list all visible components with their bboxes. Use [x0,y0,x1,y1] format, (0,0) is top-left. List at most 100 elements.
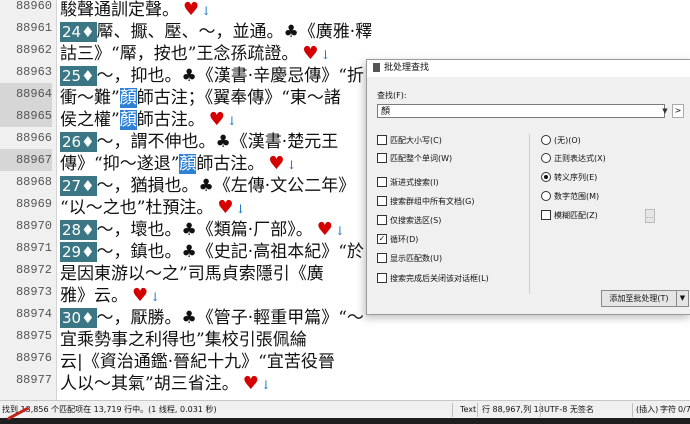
dialog-title-bar[interactable]: 批处理查找 [367,60,690,77]
option-checkbox[interactable]: ✓ 循环(D) [377,233,419,246]
find-history-button[interactable]: > [672,104,684,118]
status-found-text: 找到 13,856 个匹配项在 13,719 行中。(1 线程, 0.031 秒… [2,405,217,414]
option-label: (无)(O) [554,136,581,145]
text-line[interactable]: “以～之也”杜預注。 ♥ ↓ [60,193,246,218]
text-line[interactable]: 駿聲通訓定聲。 ♥ ↓ [60,0,212,20]
option-label: 显示匹配数(U) [390,254,443,263]
text-line[interactable]: 26♦ ～，謂不伸也。♣《漢書·楚元王 [60,127,338,152]
search-mode-radio[interactable]: (无)(O) [541,134,581,147]
line-number: 88968 [15,175,52,189]
text-line[interactable]: 30♦ ～，厭勝。♣《管子·輕重甲篇》“～ [60,303,364,328]
search-mode-radio[interactable]: 正则表达式(X) [541,152,606,165]
line-break-arrow-icon: ↓ [235,202,246,216]
option-label: 数字范围(M) [554,192,600,201]
line-break-arrow-icon: ↓ [226,114,237,128]
line-number: 88966 [15,131,52,145]
radio-circle[interactable] [541,190,551,201]
batch-find-dialog: 批处理查找 查找(F): 顏 ▼ > 模糊匹配(Z) ... 添加至批处理(T)… [366,59,690,315]
checkbox-box[interactable] [377,134,387,145]
option-checkbox[interactable]: 匹配整个单词(W) [377,152,452,165]
option-label: 搜索完成后关闭该对话框(L) [390,274,489,283]
line-break-arrow-icon: ↓ [334,224,345,238]
status-encoding[interactable]: UTF-8 无签名 [544,401,594,419]
line-break-arrow-icon: ↓ [286,158,297,172]
status-insert-mode[interactable]: (插入) [636,401,658,419]
fuzzy-match-checkbox[interactable]: 模糊匹配(Z) [541,209,598,222]
line-number: 88976 [15,351,52,365]
line-number: 88960 [15,0,52,13]
option-label: 搜索群组中所有文档(G) [390,197,475,206]
text-line[interactable]: 傳》“抑～遂退”顏師古注。 ♥ ↓ [60,149,297,174]
option-label: 匹配大小写(C) [390,136,442,145]
line-number: 88972 [15,263,52,277]
dialog-title: 批处理查找 [384,63,430,73]
text-line[interactable]: 24♦ 厴、擫、壓、～，並通。♣《廣雅·釋 [60,17,372,42]
text-line[interactable]: 27♦ ～，猶損也。♣《左傳·文公二年》 [60,171,355,196]
line-number-gutter: 88960 88961 88962 88963 88964 88965 88966 88967… [0,0,57,400]
line-break-arrow-icon: ↓ [150,290,161,304]
option-label: 仅搜索选区(S) [390,216,442,225]
line-number: 88961 [15,21,52,35]
heart-icon: ♥ [242,373,259,394]
status-mode[interactable]: Text [460,401,476,419]
radio-circle[interactable] [541,171,551,182]
find-input[interactable]: 顏 [377,104,665,118]
option-label: 正则表达式(X) [554,154,606,163]
option-checkbox[interactable]: 搜索完成后关闭该对话框(L) [377,272,489,285]
text-line[interactable]: 侯之權”顏師古注。 ♥ ↓ [60,105,237,130]
status-unit[interactable]: 字符 [660,401,676,419]
option-label: 循环(D) [390,235,419,244]
text-line[interactable]: 28♦ ～，壞也。♣《類篇·厂部》。 ♥ ↓ [60,215,345,240]
fuzzy-options-button[interactable]: ... [645,209,655,223]
text-line[interactable]: 云|《資治通鑑·晉紀十九》“宜苦役晉 [60,347,335,372]
option-checkbox[interactable]: 匹配大小写(C) [377,134,442,147]
search-mode-radio[interactable]: 转义序列(E) [541,171,598,184]
fuzzy-match-label: 模糊匹配(Z) [554,211,598,220]
text-line[interactable]: 是因東游以～之”司馬貞索隱引《廣 [60,259,324,284]
checkbox-box[interactable] [377,195,387,206]
checkbox-box[interactable] [377,214,387,225]
status-bar: 找到 13,856 个匹配项在 13,719 行中。(1 线程, 0.031 秒… [0,400,690,419]
option-checkbox[interactable]: 渐进式搜索(I) [377,176,439,189]
add-to-batch-dropdown[interactable]: ▼ [677,290,689,307]
line-text: 人以～其氣”胡三省注。 [60,374,239,394]
radio-circle[interactable] [541,152,551,163]
text-line[interactable]: 25♦ ～，抑也。♣《漢書·辛慶忌傳》“折 [60,61,364,86]
line-number: 88973 [15,285,52,299]
line-break-arrow-icon: ↓ [201,4,212,18]
text-line[interactable]: 詁三》“厴，按也”王念孫疏證。 ♥ ↓ [60,39,331,64]
option-label: 渐进式搜索(I) [390,178,439,187]
chevron-down-icon[interactable]: ▼ [661,104,669,118]
divider [632,403,633,417]
checkbox-box[interactable] [377,272,387,283]
text-line[interactable]: 人以～其氣”胡三省注。 ♥ ↓ [60,369,271,394]
text-line[interactable]: 宜乘勢事之利得也”集校引張佩綸 [60,325,307,350]
find-label: 查找(F): [377,91,407,100]
add-to-batch-button[interactable]: 添加至批处理(T) [601,290,677,307]
text-line[interactable]: 衝～難”顏師古注；《翼奉傳》“東～諸 [60,83,341,108]
divider [452,403,453,417]
line-number: 88970 [15,219,52,233]
find-icon [373,63,380,72]
checkbox-box[interactable] [541,209,551,220]
text-line[interactable]: 29♦ ～，鎮也。♣《史記·高祖本紀》“於 [60,237,364,262]
line-number: 88974 [15,307,52,321]
option-checkbox[interactable]: 搜索群组中所有文档(G) [377,195,475,208]
line-number: 88971 [15,241,52,255]
taskbar-strip [0,418,690,424]
line-break-arrow-icon: ↓ [260,378,271,392]
status-position[interactable]: 行 88,967,列 18 [482,401,544,419]
checkbox-box[interactable] [377,176,387,187]
line-number: 88963 [15,65,52,79]
text-line[interactable]: 雅》云。 ♥ ↓ [60,281,161,306]
divider [529,134,530,294]
search-mode-radio[interactable]: 数字范围(M) [541,190,600,203]
radio-circle[interactable] [541,134,551,145]
option-label: 转义序列(E) [554,173,598,182]
checkmark-icon[interactable]: ✓ [377,233,387,244]
option-checkbox[interactable]: 显示匹配数(U) [377,252,443,265]
checkbox-box[interactable] [377,152,387,163]
option-checkbox[interactable]: 仅搜索选区(S) [377,214,442,227]
line-number: 88962 [15,43,52,57]
checkbox-box[interactable] [377,252,387,263]
